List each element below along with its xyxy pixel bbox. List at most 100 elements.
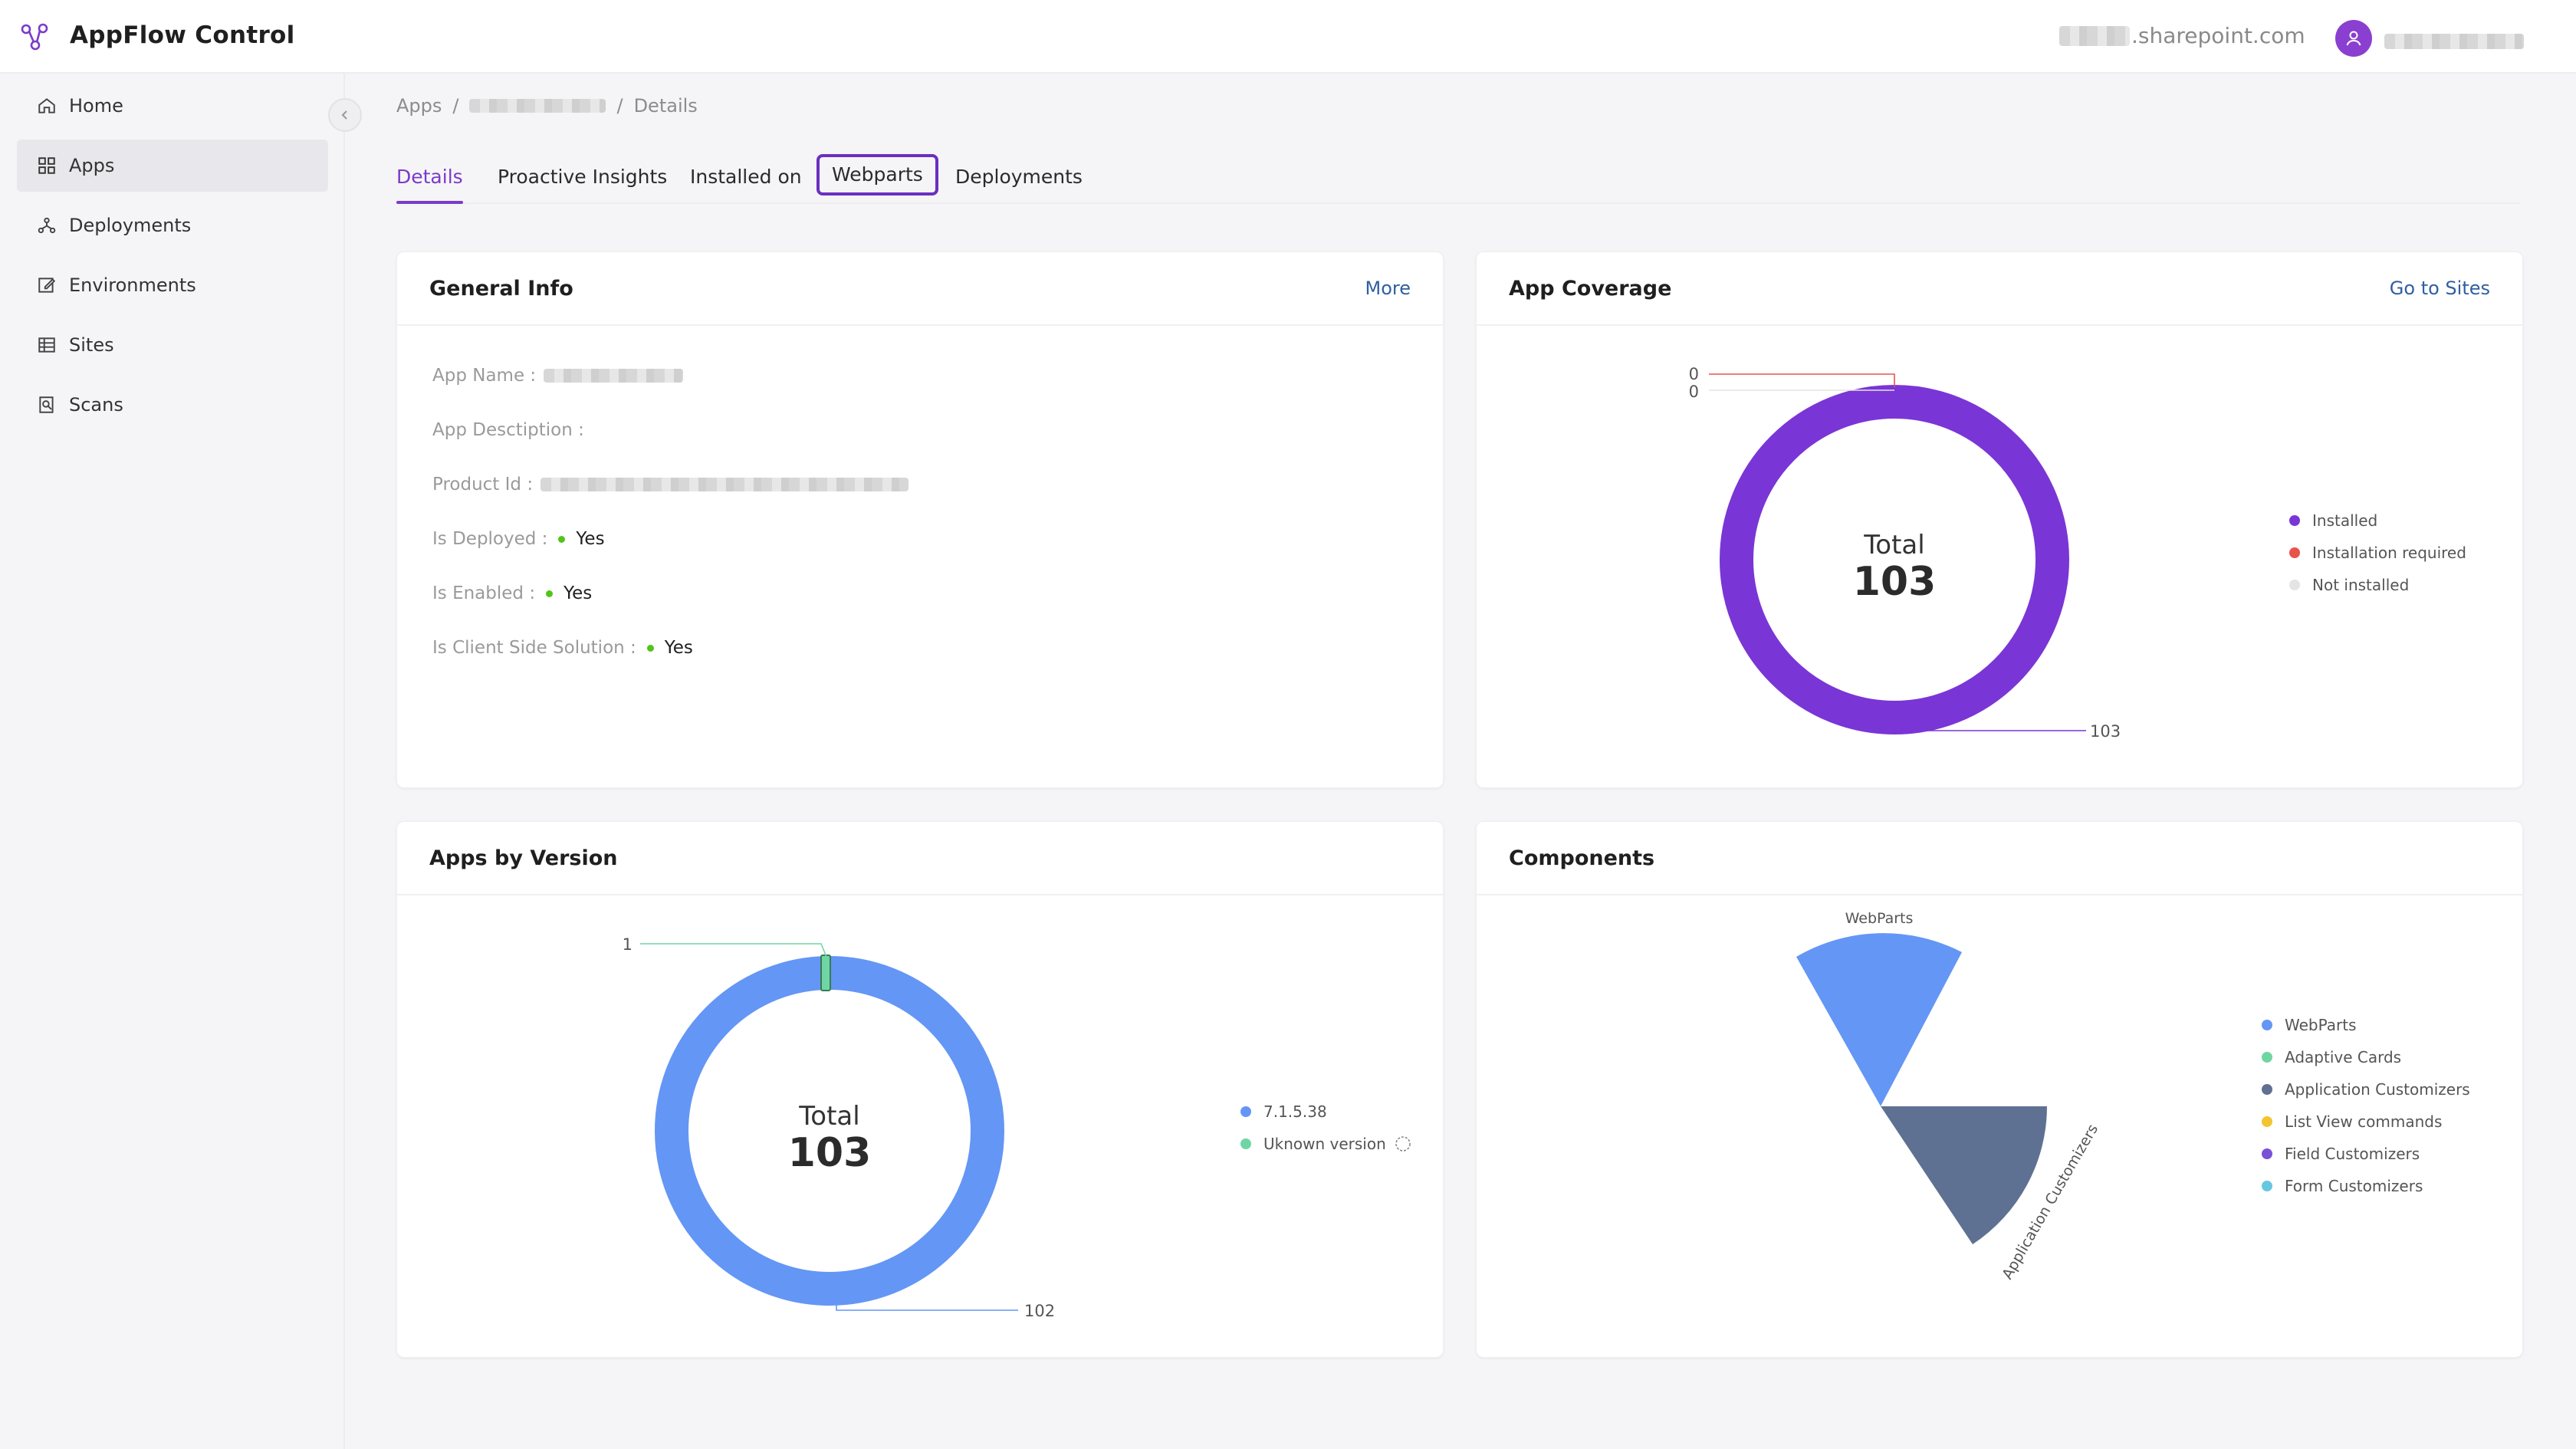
redacted-app-name[interactable]: [469, 99, 606, 113]
app-name-row: App Name :: [432, 366, 684, 386]
sidebar-item-label: Environments: [69, 274, 196, 296]
legend-form-customizers[interactable]: Form Customizers: [2262, 1177, 2423, 1195]
sidebar-item-label: Scans: [69, 394, 123, 416]
legend-label: Adaptive Cards: [2285, 1048, 2402, 1066]
tab-webparts[interactable]: Webparts: [816, 154, 938, 196]
status-dot: [646, 644, 654, 652]
coverage-label-b: 0: [1689, 383, 1699, 401]
sidebar-item-scans[interactable]: Scans: [17, 379, 328, 431]
components-card: Components WebParts Application Customiz…: [1476, 821, 2523, 1358]
breadcrumb-separator: /: [452, 95, 459, 117]
legend-label: Not installed: [2312, 576, 2410, 594]
field-label: Is Deployed :: [432, 529, 548, 549]
sidebar-item-sites[interactable]: Sites: [17, 319, 328, 371]
versions-total-value: 103: [788, 1130, 872, 1176]
app-description-row: App Desctiption :: [432, 420, 584, 440]
legend-dot: [2262, 1020, 2272, 1030]
grid-icon: [38, 157, 55, 174]
versions-chart: 1 102 Total 103: [623, 935, 1055, 1320]
deployments-icon: [38, 217, 56, 234]
general-info-card: General Info More App Name : App Desctip…: [396, 251, 1444, 788]
redacted-value: [540, 478, 909, 491]
tab-deployments[interactable]: Deployments: [955, 159, 1083, 195]
field-label: Product Id :: [432, 475, 534, 495]
legend-dot: [2262, 1148, 2272, 1159]
app-brand: AppFlow Control: [70, 21, 295, 49]
info-icon[interactable]: [1394, 1135, 1412, 1153]
legend-unknown-version[interactable]: Uknown version: [1240, 1135, 1412, 1153]
table-icon: [38, 337, 55, 353]
legend-dot: [2289, 580, 2300, 590]
top-bar: AppFlow Control .sharepoint.com: [0, 0, 2576, 74]
card-title: Apps by Version: [429, 846, 618, 870]
field-value: Yes: [576, 529, 605, 549]
coverage-label-c: 103: [2090, 722, 2121, 741]
legend-dot: [2262, 1084, 2272, 1095]
card-header: Apps by Version: [397, 822, 1443, 895]
versions-total-label: Total: [798, 1101, 859, 1132]
legend-installed[interactable]: Installed: [2289, 511, 2377, 530]
field-label: Is Client Side Solution :: [432, 638, 636, 658]
legend-label: Installation required: [2312, 544, 2466, 562]
user-icon: [2346, 31, 2361, 46]
legend-dot: [1240, 1106, 1251, 1117]
sidebar-item-environments[interactable]: Environments: [17, 259, 328, 311]
redacted-username[interactable]: [2384, 34, 2524, 49]
tab-installed-on[interactable]: Installed on: [690, 159, 802, 195]
breadcrumb-apps[interactable]: Apps: [396, 95, 442, 117]
legend-dot: [1240, 1138, 1251, 1149]
apps-by-version-card: Apps by Version 1 102 Total 103 7.1.5.38…: [396, 821, 1444, 1358]
components-label-webparts: WebParts: [1845, 910, 1914, 927]
tab-bar: Details Proactive Insights Installed on …: [396, 152, 2520, 204]
legend-version-7-1-5-38[interactable]: 7.1.5.38: [1240, 1102, 1327, 1121]
card-title: General Info: [429, 276, 573, 301]
more-link[interactable]: More: [1365, 278, 1411, 299]
redacted-tenant: [2059, 26, 2130, 46]
versions-label-small: 1: [623, 935, 632, 954]
legend-dot: [2262, 1052, 2272, 1063]
app-coverage-card: App Coverage Go to Sites 0 0 103 Total 1…: [1476, 251, 2523, 788]
edit-icon: [38, 278, 56, 293]
go-to-sites-link[interactable]: Go to Sites: [2390, 278, 2490, 299]
legend-field-customizers[interactable]: Field Customizers: [2262, 1145, 2420, 1163]
legend-adaptive-cards[interactable]: Adaptive Cards: [2262, 1048, 2401, 1066]
legend-label: Form Customizers: [2285, 1177, 2423, 1195]
tab-proactive-insights[interactable]: Proactive Insights: [498, 159, 667, 195]
legend-installation-required[interactable]: Installation required: [2289, 544, 2466, 562]
tenant-domain[interactable]: .sharepoint.com: [2059, 23, 2305, 48]
card-title: App Coverage: [1509, 276, 1672, 301]
field-label: Is Enabled :: [432, 583, 536, 603]
versions-slice-unknown: [820, 955, 831, 991]
legend-dot: [2289, 547, 2300, 558]
legend-label: Installed: [2312, 511, 2378, 530]
field-value: Yes: [564, 583, 593, 603]
redacted-value: [544, 369, 684, 383]
legend-not-installed[interactable]: Not installed: [2289, 576, 2409, 594]
legend-dot: [2262, 1181, 2272, 1191]
card-header: App Coverage Go to Sites: [1477, 252, 2522, 326]
coverage-callout-line-a: [1709, 373, 1895, 387]
legend-application-customizers[interactable]: Application Customizers: [2262, 1080, 2470, 1099]
sidebar-item-label: Deployments: [69, 215, 192, 236]
sidebar-item-home[interactable]: Home: [17, 80, 328, 132]
coverage-total-label: Total: [1863, 530, 1924, 560]
breadcrumb-separator: /: [616, 95, 623, 117]
collapse-sidebar-button[interactable]: [328, 98, 362, 132]
legend-label: Field Customizers: [2285, 1145, 2420, 1163]
legend-label: List View commands: [2285, 1112, 2443, 1131]
legend-webparts[interactable]: WebParts: [2262, 1016, 2357, 1034]
versions-callout-line-small: [640, 943, 827, 958]
scan-icon: [39, 396, 54, 413]
sidebar-item-apps[interactable]: Apps: [17, 140, 328, 192]
sidebar-item-deployments[interactable]: Deployments: [17, 199, 328, 251]
home-icon: [38, 98, 55, 113]
chevron-left-icon: [341, 110, 347, 120]
tab-details[interactable]: Details: [396, 159, 463, 204]
legend-list-view-commands[interactable]: List View commands: [2262, 1112, 2442, 1131]
coverage-total-value: 103: [1853, 559, 1937, 605]
breadcrumb-current: Details: [633, 95, 698, 117]
avatar[interactable]: [2335, 20, 2372, 57]
tenant-suffix: .sharepoint.com: [2131, 23, 2305, 48]
sidebar: Home Apps Deployments Environments Sites…: [0, 74, 345, 1449]
legend-label: 7.1.5.38: [1263, 1102, 1327, 1121]
